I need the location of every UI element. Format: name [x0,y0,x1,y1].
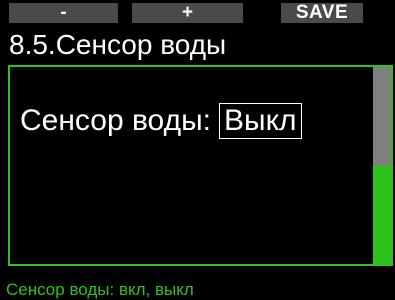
status-hint: Сенсор воды: вкл, выкл [6,280,194,299]
water-sensor-setting-row: Сенсор воды: Выкл [20,103,302,139]
minus-button[interactable]: - [9,3,118,23]
settings-panel: Сенсор воды: Выкл [8,65,393,266]
softkey-bar: - + SAVE [0,0,395,26]
scrollbar-track [373,166,391,264]
water-sensor-label: Сенсор воды: [20,104,211,137]
scrollbar-thumb[interactable] [373,67,391,166]
water-sensor-value-selector[interactable]: Выкл [219,103,302,139]
scrollbar[interactable] [373,67,391,264]
save-button[interactable]: SAVE [281,3,363,23]
page-title: 8.5.Сенсор воды [9,29,227,60]
plus-button[interactable]: + [132,3,243,23]
